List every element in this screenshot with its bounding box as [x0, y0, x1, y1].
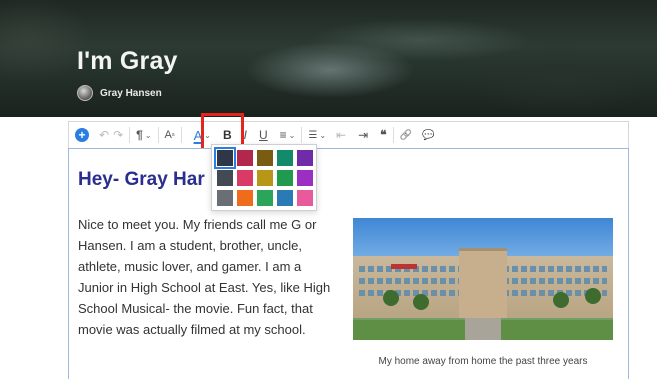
paragraph-style-button[interactable]: ¶ ⌄ [136, 124, 151, 146]
undo-icon: ↶ [99, 128, 110, 142]
toolbar-divider [129, 127, 131, 143]
chevron-down-icon: ⌄ [144, 130, 152, 140]
author-info: Gray Hansen [77, 85, 162, 101]
outdent-icon: ⇤ [336, 128, 347, 142]
post-heading[interactable]: Hey- Gray Har [78, 169, 205, 191]
bold-icon: B [222, 128, 232, 142]
color-swatch[interactable] [237, 150, 253, 166]
text-size-button[interactable]: Aˢ [165, 124, 175, 146]
text-size-icon: A [164, 129, 172, 141]
editor-content[interactable]: Hey- Gray Har Nice to meet you. My frien… [68, 148, 629, 379]
underline-button[interactable]: U [259, 124, 268, 146]
toolbar-divider [180, 127, 182, 143]
color-swatch-grid [214, 147, 313, 206]
color-swatch[interactable] [217, 170, 233, 186]
color-swatch[interactable] [297, 150, 313, 166]
italic-button[interactable]: I [244, 124, 247, 146]
color-swatch[interactable] [214, 147, 236, 169]
comment-icon: 💬 [422, 129, 435, 141]
color-swatch[interactable] [257, 190, 273, 206]
toolbar-divider [392, 127, 394, 143]
underline-icon: U [258, 128, 268, 142]
color-swatch[interactable] [257, 170, 273, 186]
toolbar-divider [301, 127, 303, 143]
list-icon: ☰ [308, 129, 318, 141]
text-color-dropdown [211, 144, 317, 211]
toolbar-divider [157, 127, 159, 143]
tree [383, 290, 399, 306]
avatar[interactable] [77, 85, 93, 101]
plus-icon: + [78, 128, 86, 142]
indent-icon: ⇥ [358, 128, 369, 142]
color-swatch[interactable] [237, 170, 253, 186]
align-button[interactable]: ≡ ⌄ [280, 124, 296, 146]
blockquote-button[interactable]: ❝ [380, 124, 386, 146]
tree [553, 292, 569, 308]
bold-button[interactable]: B [223, 124, 232, 146]
post-paragraph[interactable]: Nice to meet you. My friends call me G o… [78, 214, 338, 340]
color-swatch[interactable] [237, 190, 253, 206]
redo-button[interactable]: ↷ [113, 124, 123, 146]
chevron-down-icon: ⌄ [288, 130, 296, 140]
color-swatch[interactable] [277, 150, 293, 166]
author-name[interactable]: Gray Hansen [100, 88, 162, 99]
comment-button[interactable]: 💬 [422, 124, 434, 146]
color-swatch[interactable] [297, 190, 313, 206]
editor-toolbar: + ↶ ↷ ¶ ⌄ Aˢ A ⌄ B I U ≡ ⌄ ☰ ⌄ ⇤ ⇥ ❝ 🔗 💬 [68, 121, 629, 148]
list-button[interactable]: ☰ ⌄ [308, 124, 326, 146]
indent-button[interactable]: ⇥ [358, 124, 368, 146]
quote-icon: ❝ [380, 128, 387, 142]
school-photo[interactable] [353, 218, 613, 340]
redo-icon: ↷ [113, 128, 124, 142]
paragraph-icon: ¶ [136, 128, 143, 142]
text-size-small-icon: ˢ [171, 130, 175, 140]
outdent-button[interactable]: ⇤ [336, 124, 346, 146]
color-swatch[interactable] [217, 190, 233, 206]
insert-button[interactable]: + [75, 128, 89, 142]
text-color-button[interactable]: A ⌄ [194, 124, 211, 146]
link-button[interactable]: 🔗 [400, 124, 412, 146]
color-swatch[interactable] [297, 170, 313, 186]
chevron-down-icon: ⌄ [319, 130, 327, 140]
color-swatch[interactable] [277, 170, 293, 186]
color-swatch[interactable] [257, 150, 273, 166]
text-color-icon: A [193, 127, 203, 143]
walkway [465, 318, 501, 340]
photo-caption: My home away from home the past three ye… [378, 356, 588, 367]
align-icon: ≡ [279, 128, 287, 142]
tree [585, 288, 601, 304]
school-sign [391, 264, 417, 269]
blog-banner: I'm Gray Gray Hansen [0, 0, 657, 117]
blog-title: I'm Gray [77, 47, 178, 75]
color-swatch[interactable] [277, 190, 293, 206]
undo-button[interactable]: ↶ [99, 124, 109, 146]
link-icon: 🔗 [399, 129, 413, 141]
tree [413, 294, 429, 310]
italic-icon: I [243, 128, 247, 142]
chevron-down-icon: ⌄ [204, 130, 211, 140]
building-center [459, 248, 507, 318]
